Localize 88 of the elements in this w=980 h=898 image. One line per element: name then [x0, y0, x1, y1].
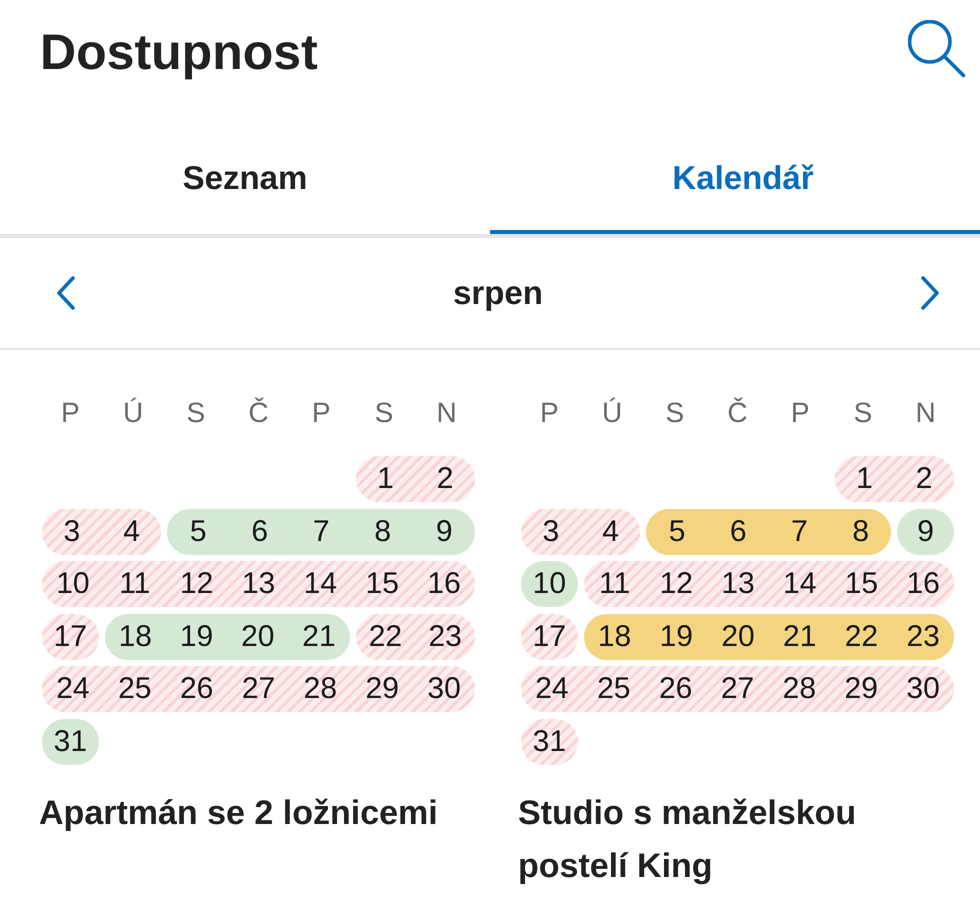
- day-number: 25: [597, 672, 630, 706]
- day-number: 11: [598, 567, 630, 601]
- month-label: srpen: [453, 274, 543, 312]
- weekday-label: P: [790, 396, 810, 430]
- day-number: 17: [532, 620, 566, 654]
- room-title: Apartmán se 2 ložnicemi: [39, 792, 439, 834]
- day-number: 22: [844, 620, 878, 654]
- day-number: 16: [427, 567, 461, 601]
- day-number: 7: [312, 514, 330, 548]
- day-number: 3: [64, 514, 80, 548]
- day-number: 18: [118, 620, 152, 654]
- day-number: 12: [180, 567, 214, 601]
- day-number: 18: [598, 620, 632, 654]
- day-number: 13: [242, 567, 276, 601]
- day-number: 16: [906, 567, 940, 601]
- weekday-label: S: [854, 396, 872, 430]
- day-number: 22: [368, 620, 402, 654]
- day-number: 1: [377, 462, 394, 496]
- weekday-label: P: [540, 396, 559, 430]
- day-number: 8: [374, 514, 392, 548]
- day-number: 7: [791, 514, 808, 548]
- day-number: 6: [251, 514, 268, 548]
- day-number: 10: [532, 567, 566, 601]
- day-number: 14: [304, 567, 338, 601]
- day-number: 2: [916, 462, 932, 496]
- room-title: Studio s manželskou postelí King: [518, 792, 858, 886]
- weekday-label: S: [665, 396, 684, 430]
- weekday-label: Č: [727, 396, 748, 430]
- day-number: 19: [660, 620, 693, 654]
- chevron-right-icon: [920, 276, 940, 310]
- day-number: 4: [602, 514, 619, 548]
- weekday-label: Ú: [602, 396, 622, 430]
- day-number: 21: [783, 620, 816, 654]
- day-number: 29: [844, 672, 878, 706]
- day-number: 27: [242, 672, 276, 706]
- day-number: 9: [436, 514, 453, 548]
- day-number: 31: [54, 724, 88, 758]
- next-month-button[interactable]: [920, 276, 940, 310]
- day-number: 24: [56, 672, 90, 706]
- day-number: 10: [56, 567, 90, 601]
- chevron-left-icon: [56, 276, 76, 310]
- weekday-label: S: [186, 396, 206, 430]
- weekday-label: Č: [248, 396, 269, 430]
- day-number: 4: [123, 514, 140, 548]
- day-number: 20: [721, 620, 755, 654]
- day-number: 1: [856, 462, 873, 496]
- day-number: 15: [844, 567, 878, 601]
- weekday-label: S: [374, 396, 394, 430]
- search-icon: [908, 20, 966, 78]
- weekday-label: P: [61, 396, 80, 430]
- weekday-label: N: [916, 396, 936, 430]
- weekday-label: P: [312, 396, 331, 430]
- day-number: 19: [180, 620, 214, 654]
- page-title: Dostupnost: [40, 23, 318, 82]
- day-number: 25: [118, 672, 152, 706]
- tab[interactable]: Seznam: [8, 126, 482, 234]
- day-number: 6: [730, 514, 747, 548]
- day-number: 26: [658, 672, 692, 706]
- search-button[interactable]: [908, 20, 966, 78]
- day-number: 23: [906, 620, 940, 654]
- day-number: 8: [852, 514, 870, 548]
- day-number: 15: [366, 567, 399, 601]
- day-number: 29: [366, 672, 399, 706]
- day-number: 13: [721, 567, 755, 601]
- day-number: 14: [783, 567, 816, 601]
- day-number: 24: [535, 672, 569, 706]
- day-number: 27: [720, 672, 754, 706]
- weekday-label: Ú: [122, 396, 144, 430]
- day-number: 5: [668, 514, 686, 548]
- day-number: 23: [428, 620, 462, 654]
- weekday-label: N: [436, 396, 457, 430]
- day-number: 3: [542, 514, 560, 548]
- day-number: 26: [180, 672, 214, 706]
- day-number: 9: [917, 514, 934, 548]
- day-number: 12: [660, 567, 693, 601]
- day-number: 17: [54, 620, 88, 654]
- day-number: 28: [304, 672, 338, 706]
- day-number: 31: [532, 724, 566, 758]
- day-number: 11: [119, 567, 150, 601]
- previous-month-button[interactable]: [56, 276, 76, 310]
- day-number: 5: [190, 514, 207, 548]
- day-number: 2: [436, 462, 454, 496]
- tab[interactable]: Kalendář: [490, 126, 980, 234]
- day-number: 30: [427, 672, 461, 706]
- day-number: 28: [782, 672, 816, 706]
- day-number: 30: [906, 672, 940, 706]
- day-number: 21: [302, 620, 336, 654]
- day-number: 20: [241, 620, 274, 654]
